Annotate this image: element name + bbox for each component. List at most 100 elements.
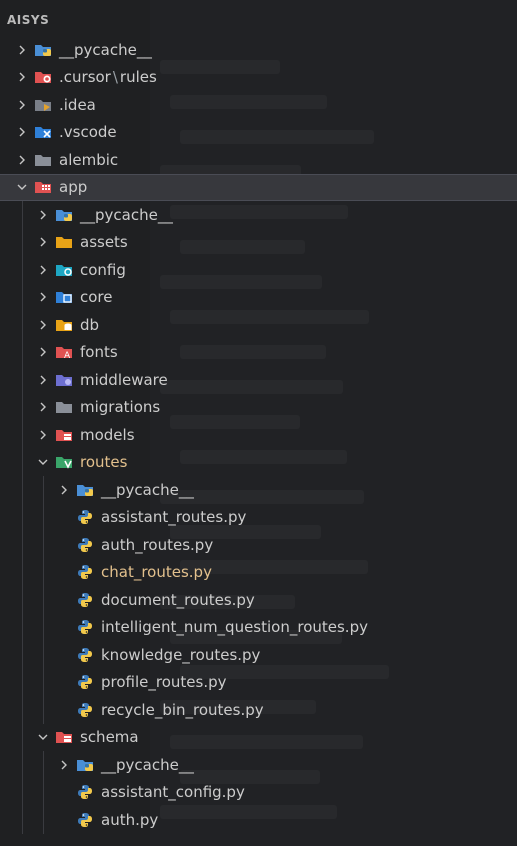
tree-file-row[interactable]: intelligent_num_question_routes.py xyxy=(0,613,517,641)
tree-item-label: models xyxy=(80,425,135,444)
idea-folder-icon xyxy=(34,97,52,113)
tree-file-row[interactable]: auth_routes.py xyxy=(0,531,517,559)
tree-file-row[interactable]: auth.py xyxy=(0,806,517,834)
tree-item-label: config xyxy=(80,260,126,279)
indent-guide xyxy=(22,531,23,559)
tree-item-label: __pycache__ xyxy=(59,40,152,59)
folder-icon xyxy=(34,152,52,168)
tree-item-label: document_routes.py xyxy=(101,590,255,609)
tree-folder-row[interactable]: schema xyxy=(0,723,517,751)
tree-folder-row[interactable]: assets xyxy=(0,228,517,256)
chevron-right-icon[interactable] xyxy=(56,757,72,773)
tree-item-label: auth_routes.py xyxy=(101,535,214,554)
python-file-icon xyxy=(76,702,94,718)
indent-guide xyxy=(43,503,44,531)
chevron-right-icon[interactable] xyxy=(14,124,30,140)
indent-guide xyxy=(43,751,44,779)
tree-item-label: .vscode xyxy=(59,123,117,142)
tree-folder-row[interactable]: .idea xyxy=(0,91,517,119)
indent-guide xyxy=(43,696,44,724)
tree-file-row[interactable]: profile_routes.py xyxy=(0,668,517,696)
tree-folder-row[interactable]: db xyxy=(0,311,517,339)
indent-guide xyxy=(22,696,23,724)
tree-folder-row[interactable]: __pycache__ xyxy=(0,751,517,779)
tree-file-row[interactable]: recycle_bin_routes.py xyxy=(0,696,517,724)
chevron-down-icon[interactable] xyxy=(35,454,51,470)
tree-item-label: __pycache__ xyxy=(101,480,194,499)
tree-file-row[interactable]: assistant_routes.py xyxy=(0,503,517,531)
config-folder-icon xyxy=(55,262,73,278)
tree-item-label: db xyxy=(80,315,100,334)
chevron-down-icon[interactable] xyxy=(35,729,51,745)
tree-item-label: app xyxy=(59,178,88,197)
chevron-right-icon[interactable] xyxy=(35,427,51,443)
python-file-icon xyxy=(76,647,94,663)
tree-file-row[interactable]: document_routes.py xyxy=(0,586,517,614)
chevron-right-icon[interactable] xyxy=(14,69,30,85)
tree-folder-row[interactable]: .vscode xyxy=(0,119,517,147)
indent-guide xyxy=(22,558,23,586)
tree-folder-row[interactable]: models xyxy=(0,421,517,449)
chevron-right-icon[interactable] xyxy=(35,372,51,388)
indent-guide xyxy=(22,448,23,476)
folder-icon xyxy=(55,399,73,415)
tree-folder-row[interactable]: alembic xyxy=(0,146,517,174)
tree-folder-row[interactable]: __pycache__ xyxy=(0,476,517,504)
tree-folder-row[interactable]: routes xyxy=(0,448,517,476)
explorer-title: AISYS xyxy=(7,13,50,27)
chevron-right-icon[interactable] xyxy=(35,289,51,305)
chevron-right-icon[interactable] xyxy=(35,234,51,250)
chevron-right-icon[interactable] xyxy=(56,482,72,498)
tree-folder-row[interactable]: config xyxy=(0,256,517,284)
svg-text:A: A xyxy=(64,351,71,359)
tree-item-label: core xyxy=(80,288,113,307)
tree-file-row[interactable]: assistant_config.py xyxy=(0,778,517,806)
tree-item-label: routes xyxy=(80,453,128,472)
indent-guide xyxy=(22,613,23,641)
indent-guide xyxy=(43,668,44,696)
indent-guide xyxy=(43,558,44,586)
chevron-right-icon[interactable] xyxy=(35,207,51,223)
fonts-folder-icon: A xyxy=(55,344,73,360)
tree-item-label: assets xyxy=(80,233,128,252)
tree-folder-row[interactable]: __pycache__ xyxy=(0,201,517,229)
tree-folder-row[interactable]: __pycache__ xyxy=(0,36,517,64)
chevron-right-icon[interactable] xyxy=(35,262,51,278)
chevron-right-icon[interactable] xyxy=(35,399,51,415)
tree-folder-row[interactable]: app xyxy=(0,173,517,201)
tree-folder-row[interactable]: core xyxy=(0,283,517,311)
chevron-right-icon[interactable] xyxy=(14,97,30,113)
indent-guide xyxy=(22,256,23,284)
tree-folder-row[interactable]: migrations xyxy=(0,393,517,421)
python-file-icon xyxy=(76,509,94,525)
tree-item-label-suffix: rules xyxy=(119,68,157,87)
tree-folder-row[interactable]: Afonts xyxy=(0,338,517,366)
chevron-right-icon[interactable] xyxy=(35,317,51,333)
indent-guide xyxy=(22,503,23,531)
tree-item-label: schema xyxy=(80,728,139,747)
cursor-folder-icon xyxy=(34,69,52,85)
indent-guide xyxy=(22,723,23,751)
chevron-right-icon[interactable] xyxy=(14,152,30,168)
indent-guide xyxy=(22,393,23,421)
indent-guide xyxy=(22,586,23,614)
tree-item-label: .idea xyxy=(59,95,96,114)
chevron-right-icon[interactable] xyxy=(35,344,51,360)
tree-file-row[interactable]: chat_routes.py xyxy=(0,558,517,586)
tree-folder-row[interactable]: middleware xyxy=(0,366,517,394)
tree-folder-row[interactable]: .cursor \ rules xyxy=(0,64,517,92)
tree-item-label: intelligent_num_question_routes.py xyxy=(101,618,368,637)
chevron-right-icon[interactable] xyxy=(14,42,30,58)
indent-guide xyxy=(22,476,23,504)
tree-file-row[interactable]: knowledge_routes.py xyxy=(0,641,517,669)
tree-item-label: __pycache__ xyxy=(101,755,194,774)
tree-item-label: assistant_routes.py xyxy=(101,508,247,527)
chevron-down-icon[interactable] xyxy=(14,179,30,195)
schema-folder-icon xyxy=(55,729,73,745)
